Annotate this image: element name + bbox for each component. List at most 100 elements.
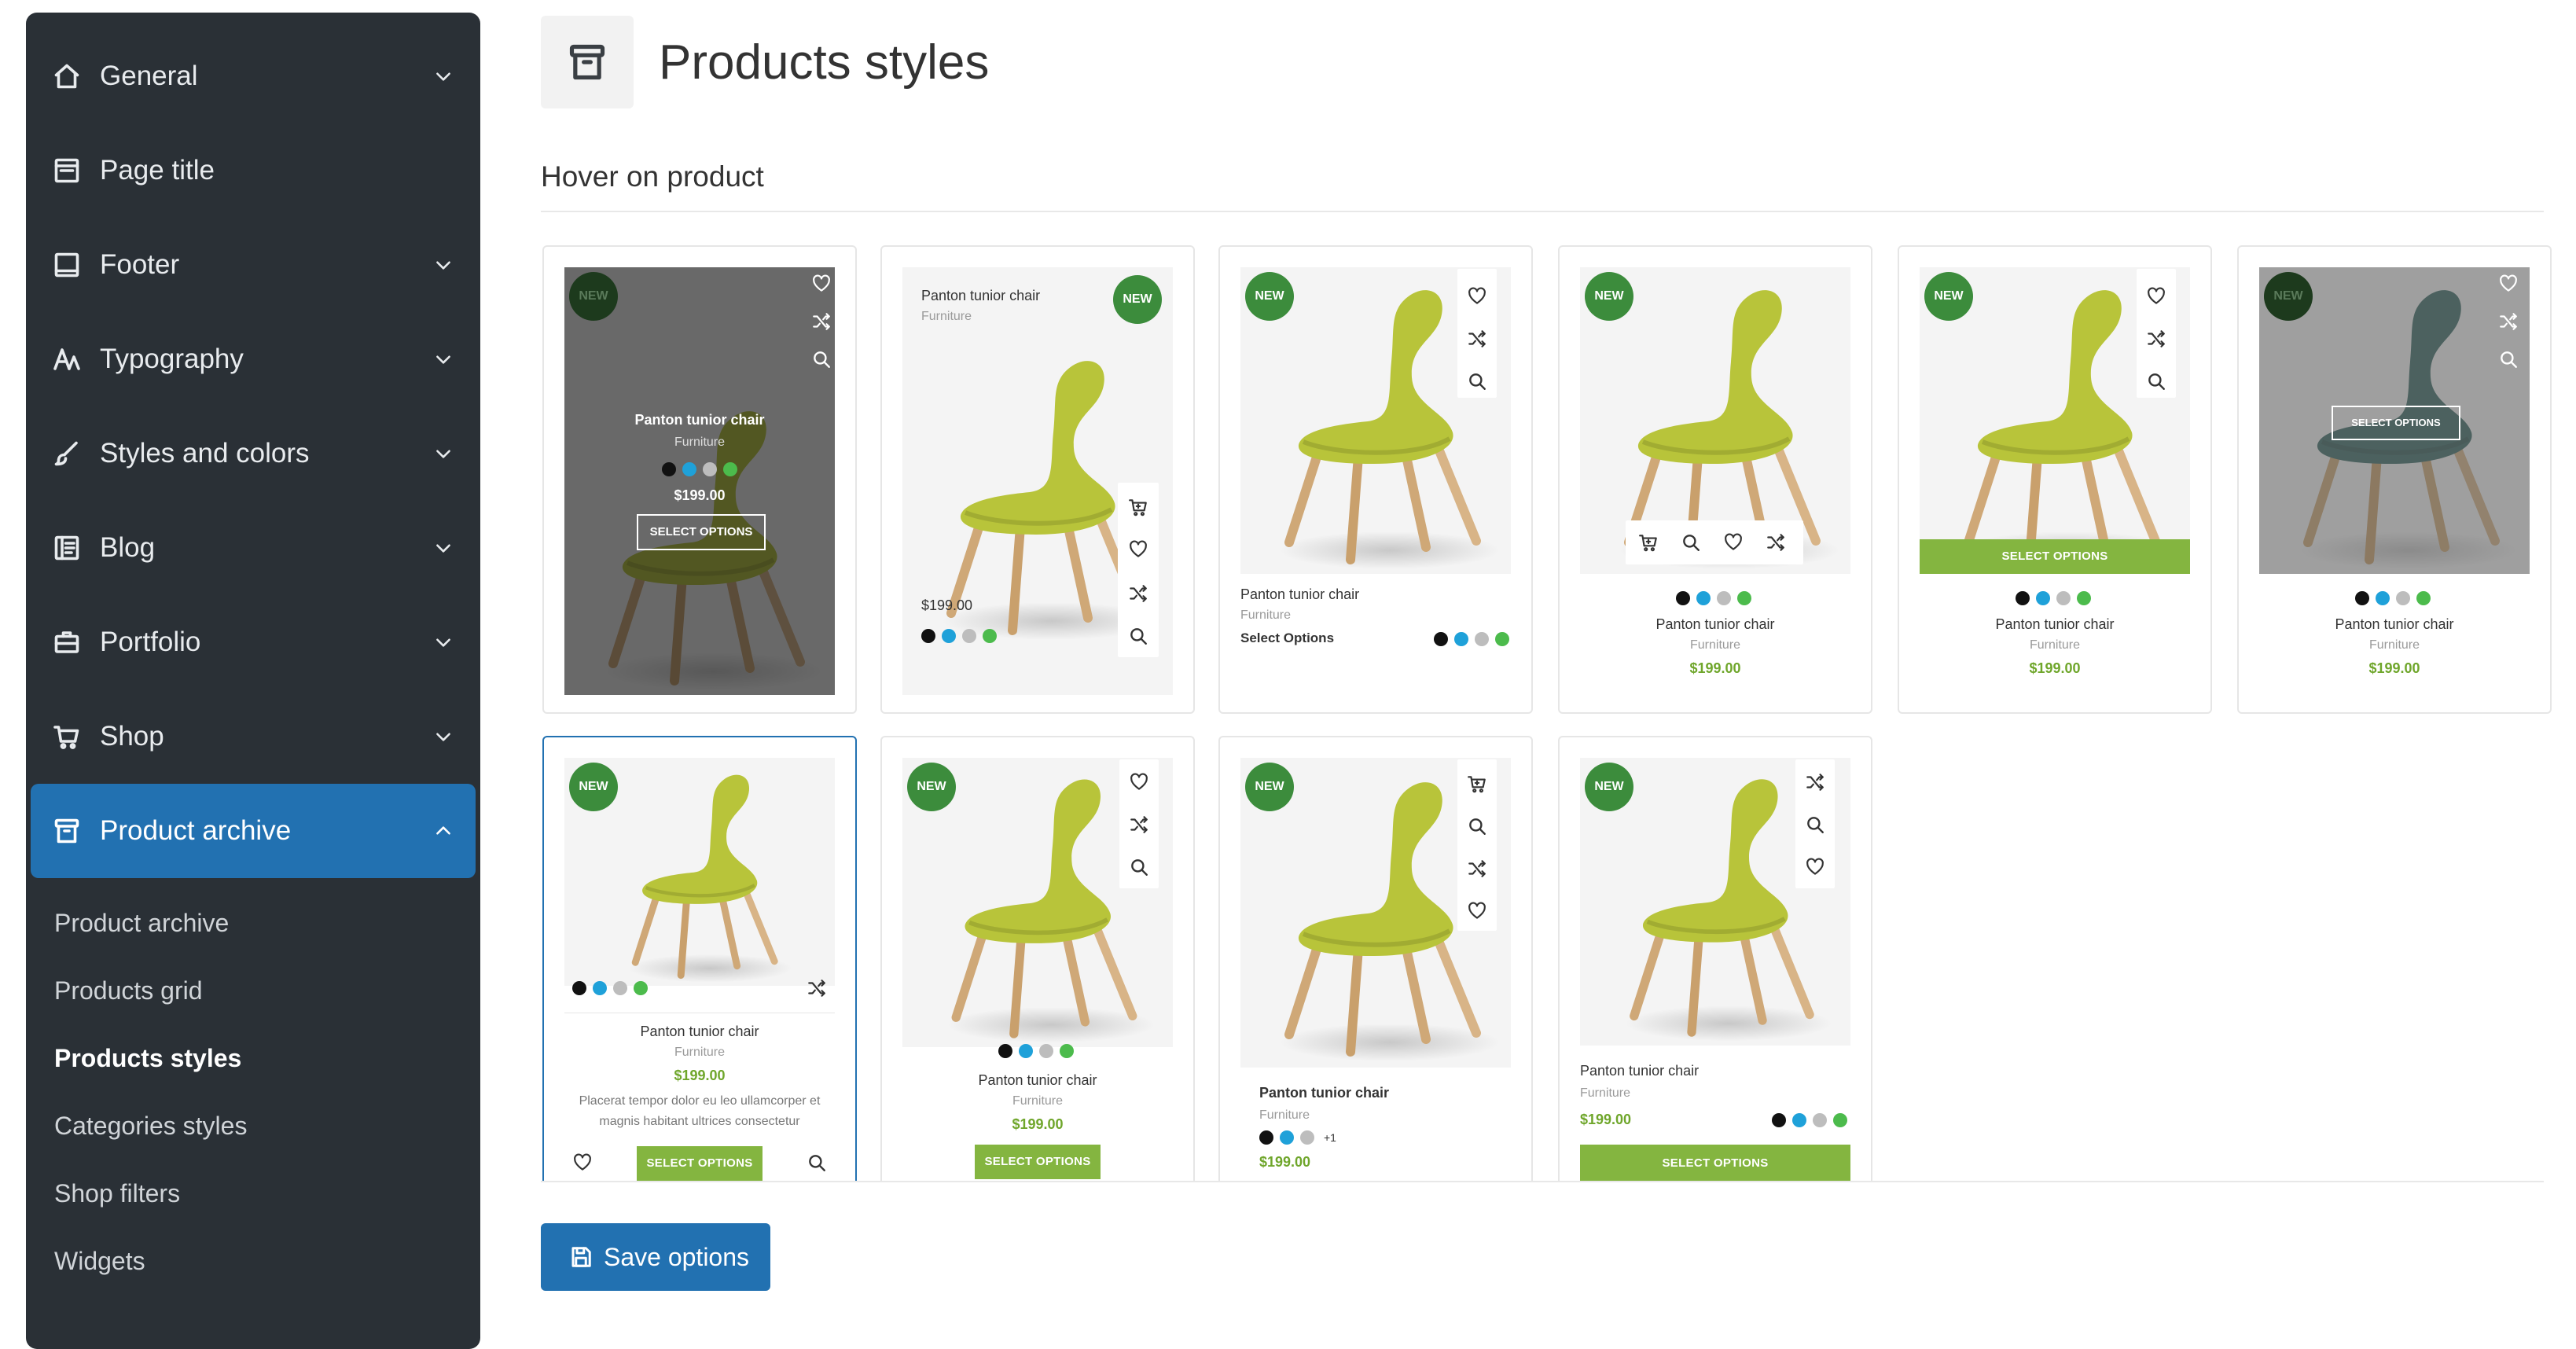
heart-icon[interactable] [572,1152,593,1173]
style-card-1[interactable]: NEW Panton tunior chair Furniture $199.0… [542,245,857,714]
shuffle-icon[interactable] [1129,814,1149,835]
select-options-button[interactable]: SELECT OPTIONS [1920,539,2190,574]
search-icon[interactable] [1681,532,1701,553]
heart-icon[interactable] [1805,857,1825,877]
heart-icon[interactable] [1467,901,1487,921]
swatch-black[interactable] [1434,632,1448,646]
sidebar-subitem-categories-styles[interactable]: Categories styles [54,1110,247,1141]
swatch-grey[interactable] [962,629,976,643]
more-colors-count[interactable]: +1 [1324,1131,1336,1144]
shuffle-icon[interactable] [1766,532,1786,553]
style-card-10[interactable]: NEW Panton tunior chair Furniture $199.0… [1558,736,1872,1211]
sidebar-subitem-product-archive[interactable]: Product archive [54,907,229,939]
add-to-cart-icon[interactable] [1128,497,1148,517]
shuffle-icon[interactable] [807,978,827,998]
style-card-4[interactable]: NEW Panton tunior chair Furniture $199.0… [1558,245,1872,714]
heart-icon[interactable] [2146,286,2166,307]
heart-icon[interactable] [1723,532,1744,553]
swatch-blue[interactable] [682,462,696,476]
search-icon[interactable] [1129,857,1149,877]
swatch-grey[interactable] [703,462,717,476]
swatch-grey[interactable] [1300,1130,1314,1145]
add-to-cart-icon[interactable] [1467,774,1487,794]
style-card-6[interactable]: NEW SELECT OPTIONS Panton tunior chair F… [2237,245,2552,714]
sidebar-item-page-title[interactable]: Page title [31,123,476,218]
swatch-grey[interactable] [1813,1113,1827,1127]
swatch-green[interactable] [2077,591,2091,605]
swatch-grey[interactable] [2396,591,2410,605]
style-card-2[interactable]: Panton tunior chair Furniture NEW $199.0… [880,245,1195,714]
sidebar-item-blog[interactable]: Blog [31,501,476,595]
swatch-green[interactable] [1833,1113,1847,1127]
search-icon[interactable] [1467,371,1487,391]
heart-icon[interactable] [2498,274,2519,294]
shuffle-icon[interactable] [811,311,832,332]
style-card-9[interactable]: NEW Panton tunior chair Furniture +1 $19… [1218,736,1533,1211]
swatch-blue[interactable] [593,981,607,995]
shuffle-icon[interactable] [2498,311,2519,332]
select-options-button[interactable]: SELECT OPTIONS [975,1145,1101,1179]
select-options-button[interactable]: SELECT OPTIONS [637,1146,763,1181]
swatch-black[interactable] [1676,591,1690,605]
swatch-green[interactable] [1737,591,1751,605]
heart-icon[interactable] [1128,539,1148,560]
search-icon[interactable] [1805,814,1825,835]
sidebar-subitem-products-styles[interactable]: Products styles [54,1042,241,1074]
swatch-blue[interactable] [1280,1130,1294,1145]
style-card-5[interactable]: NEW SELECT OPTIONS Panton tunior chair F… [1898,245,2212,714]
swatch-blue[interactable] [1696,591,1711,605]
style-card-3[interactable]: NEW Panton tunior chair Furniture Select… [1218,245,1533,714]
swatch-blue[interactable] [1454,632,1468,646]
swatch-blue[interactable] [2376,591,2390,605]
style-card-7[interactable]: NEW Panton tunior chair Furniture $199.0… [542,736,857,1211]
sidebar-item-shop[interactable]: Shop [31,689,476,784]
shuffle-icon[interactable] [1467,329,1487,349]
shuffle-icon[interactable] [1467,858,1487,879]
sidebar-item-footer[interactable]: Footer [31,218,476,312]
search-icon[interactable] [807,1152,827,1173]
swatch-black[interactable] [1259,1130,1273,1145]
swatch-green[interactable] [1495,632,1509,646]
swatch-black[interactable] [998,1044,1012,1058]
swatch-blue[interactable] [942,629,956,643]
swatch-black[interactable] [572,981,586,995]
swatch-blue[interactable] [1792,1113,1806,1127]
sidebar-item-product-archive[interactable]: Product archive [31,784,476,878]
select-options-button[interactable]: SELECT OPTIONS [637,514,766,550]
select-options-button[interactable]: SELECT OPTIONS [2332,406,2460,440]
shuffle-icon[interactable] [2146,329,2166,349]
swatch-green[interactable] [1060,1044,1074,1058]
select-options-button[interactable]: SELECT OPTIONS [1580,1145,1850,1182]
swatch-blue[interactable] [2036,591,2050,605]
swatch-grey[interactable] [613,981,627,995]
swatch-green[interactable] [634,981,648,995]
shuffle-icon[interactable] [1128,583,1148,604]
sidebar-item-general[interactable]: General [31,29,476,123]
swatch-blue[interactable] [1019,1044,1033,1058]
style-card-8[interactable]: NEW Panton tunior chair Furniture $199.0… [880,736,1195,1211]
sidebar-subitem-shop-filters[interactable]: Shop filters [54,1178,180,1209]
heart-icon[interactable] [1129,772,1149,792]
search-icon[interactable] [811,349,832,369]
swatch-black[interactable] [2355,591,2369,605]
sidebar-item-styles-and-colors[interactable]: Styles and colors [31,406,476,501]
swatch-grey[interactable] [1039,1044,1053,1058]
sidebar-subitem-widgets[interactable]: Widgets [54,1245,145,1277]
heart-icon[interactable] [1467,286,1487,307]
swatch-green[interactable] [983,629,997,643]
swatch-black[interactable] [662,462,676,476]
swatch-grey[interactable] [1475,632,1489,646]
swatch-grey[interactable] [2056,591,2071,605]
swatch-green[interactable] [2416,591,2431,605]
search-icon[interactable] [1128,626,1148,646]
select-options-link[interactable]: Select Options [1240,630,1334,646]
swatch-black[interactable] [2016,591,2030,605]
search-icon[interactable] [1467,816,1487,836]
add-to-cart-icon[interactable] [1638,532,1659,553]
search-icon[interactable] [2498,349,2519,369]
sidebar-item-typography[interactable]: Typography [31,312,476,406]
sidebar-item-portfolio[interactable]: Portfolio [31,595,476,689]
swatch-black[interactable] [1772,1113,1786,1127]
sidebar-subitem-products-grid[interactable]: Products grid [54,975,203,1006]
save-options-button[interactable]: Save options [541,1223,770,1291]
